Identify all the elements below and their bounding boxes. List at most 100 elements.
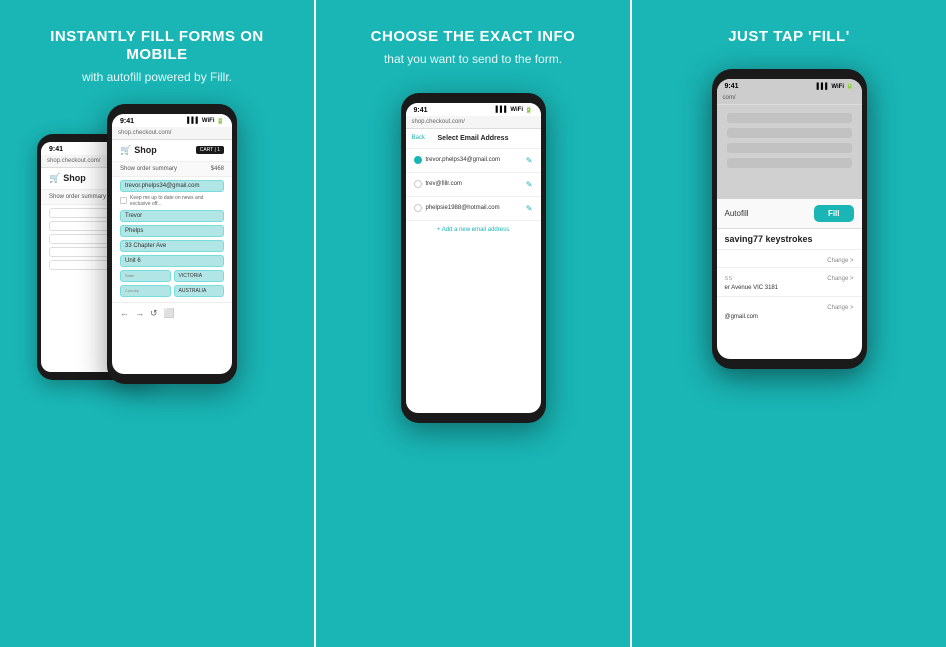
panel-1-title: INSTANTLY FILL FORMS ON MOBILE: [20, 28, 294, 64]
blurred-field-2: [727, 128, 852, 138]
phone-notch-1: [147, 104, 197, 112]
status-icons-3: ▌▌▌ WiFi 🔋: [817, 83, 854, 90]
phone-screen-1: 9:41 ▌▌▌ WiFi 🔋 shop.checkout.com/ 🛒 Sho…: [112, 114, 232, 374]
change-row-1: Change >: [717, 249, 862, 267]
change-row-2: SS Change >: [717, 267, 862, 285]
edit-icon-3[interactable]: ✎: [526, 204, 533, 213]
panel-1: INSTANTLY FILL FORMS ON MOBILE with auto…: [0, 0, 316, 647]
autofill-panel: Autofill Fill saving77 keystrokes Change…: [717, 199, 862, 325]
edit-icon-1[interactable]: ✎: [526, 156, 533, 165]
status-bar-1: 9:41 ▌▌▌ WiFi 🔋: [112, 114, 232, 127]
country-row: Country AUSTRALIA: [120, 285, 224, 297]
phone-notch-3: [764, 69, 814, 77]
time-back: 9:41: [49, 146, 63, 153]
phone-screen-3: 9:41 ▌▌▌ WiFi 🔋 com/: [717, 79, 862, 359]
fill-button[interactable]: Fill: [814, 205, 854, 222]
blurred-form: [717, 105, 862, 176]
add-email-button[interactable]: + Add a new email address: [406, 221, 541, 239]
info-label-2: SS: [725, 276, 733, 282]
select-header: Back Select Email Address: [406, 129, 541, 149]
blurred-field-1: [727, 113, 852, 123]
state-country-row: State VICTORIA: [120, 270, 224, 282]
email-address-3: phelpsie1988@hotmail.com: [426, 205, 500, 211]
status-icons-1: ▌▌▌ WiFi 🔋: [187, 118, 224, 125]
form-background: 9:41 ▌▌▌ WiFi 🔋 com/: [717, 79, 862, 199]
phone-front: 9:41 ▌▌▌ WiFi 🔋 shop.checkout.com/ 🛒 Sho…: [107, 104, 237, 384]
shop-logo-1: 🛒 Shop: [120, 145, 157, 156]
change-row-3: Change >: [717, 296, 862, 314]
edit-icon-2[interactable]: ✎: [526, 180, 533, 189]
app-container: INSTANTLY FILL FORMS ON MOBILE with auto…: [0, 0, 946, 647]
last-name-field: Phelps: [120, 225, 224, 237]
phone-2: 9:41 ▌▌▌ WiFi 🔋 shop.checkout.com/ Back …: [401, 93, 546, 423]
keystroke-info: saving77 keystrokes: [717, 229, 862, 249]
phone-1-wrapper: 9:41 ▌▌▌ WiFi 🔋 shop.checkout.com/ 🛒 Sho…: [77, 104, 237, 384]
info-value-3: @gmail.com: [717, 314, 862, 325]
browser-bar-3: com/: [717, 92, 862, 105]
phone-screen-2: 9:41 ▌▌▌ WiFi 🔋 shop.checkout.com/ Back …: [406, 103, 541, 413]
checkbox-label: Keep me up to date on news and exclusive…: [130, 195, 224, 207]
forward-arrow-icon[interactable]: →: [135, 308, 144, 318]
browser-bar-2: shop.checkout.com/: [406, 116, 541, 129]
order-summary-1: Show order summary $468: [112, 162, 232, 177]
email-address-2: trev@fillr.com: [426, 181, 462, 187]
state-label: State: [125, 273, 134, 278]
panel-1-subtitle: with autofill powered by Fillr.: [82, 69, 232, 86]
radio-unselected-icon-2: [414, 204, 422, 212]
time-1: 9:41: [120, 118, 134, 125]
state-value: VICTORIA: [174, 270, 225, 282]
info-value-2: er Avenue VIC 3181: [717, 285, 862, 296]
email-option-1-left: trevor.phelps34@gmail.com: [414, 156, 500, 164]
email-option-3[interactable]: phelpsie1988@hotmail.com ✎: [406, 197, 541, 221]
shop-title-back: Shop: [63, 173, 86, 183]
autofill-label: Autofill: [725, 209, 749, 218]
refresh-icon[interactable]: ↺: [150, 308, 158, 319]
time-2: 9:41: [414, 107, 428, 114]
cart-badge: CART | 1: [196, 146, 224, 154]
email-option-2[interactable]: trev@fillr.com ✎: [406, 173, 541, 197]
email-option-2-left: trev@fillr.com: [414, 180, 462, 188]
panel-2-subtitle: that you want to send to the form.: [384, 51, 562, 68]
panel-3-title: JUST TAP 'FILL': [728, 28, 850, 46]
shop-title-1: Shop: [134, 145, 157, 155]
status-bar-2: 9:41 ▌▌▌ WiFi 🔋: [406, 103, 541, 116]
panel-3: JUST TAP 'FILL' 9:41 ▌▌▌ WiFi 🔋: [632, 0, 946, 647]
email-field-1: trevor.phelps34@gmail.com: [120, 180, 224, 192]
email-option-3-left: phelpsie1988@hotmail.com: [414, 204, 500, 212]
panel-2: CHOOSE THE EXACT INFO that you want to s…: [316, 0, 632, 647]
shop-header-1: 🛒 Shop CART | 1: [112, 140, 232, 162]
autofill-bar: Autofill Fill: [717, 199, 862, 229]
radio-unselected-icon-1: [414, 180, 422, 188]
share-icon[interactable]: ⬜: [164, 308, 175, 319]
change-link-2[interactable]: Change >: [827, 276, 853, 282]
time-3: 9:41: [725, 83, 739, 90]
browser-bar-1: shop.checkout.com/: [112, 127, 232, 140]
first-name-field: Trevor: [120, 210, 224, 222]
phone-2-wrapper: 9:41 ▌▌▌ WiFi 🔋 shop.checkout.com/ Back …: [401, 93, 546, 423]
checkbox-row: Keep me up to date on news and exclusive…: [120, 195, 224, 207]
change-link-1[interactable]: Change >: [827, 258, 853, 264]
panel-2-title: CHOOSE THE EXACT INFO: [371, 28, 576, 46]
back-button[interactable]: Back: [412, 135, 425, 141]
shop-logo-back: 🛒 Shop: [49, 173, 86, 184]
status-icons-2: ▌▌▌ WiFi 🔋: [496, 107, 533, 114]
address-field: 33 Chapter Ave: [120, 240, 224, 252]
country-label-field: Country: [120, 285, 171, 297]
phone-3-wrapper: 9:41 ▌▌▌ WiFi 🔋 com/: [712, 69, 867, 369]
browser-nav-1: ← → ↺ ⬜: [112, 302, 232, 324]
blurred-field-4: [727, 158, 852, 168]
state-field: State: [120, 270, 171, 282]
status-bar-3: 9:41 ▌▌▌ WiFi 🔋: [717, 79, 862, 92]
email-option-1[interactable]: trevor.phelps34@gmail.com ✎: [406, 149, 541, 173]
checkbox-icon: [120, 197, 127, 204]
change-link-3[interactable]: Change >: [827, 305, 853, 311]
unit-field: Unit 6: [120, 255, 224, 267]
phone-3: 9:41 ▌▌▌ WiFi 🔋 com/: [712, 69, 867, 369]
radio-selected-icon: [414, 156, 422, 164]
keystroke-count: 77: [753, 234, 763, 244]
select-title: Select Email Address: [438, 135, 509, 142]
phone-notch-2: [448, 93, 498, 101]
country-value: AUSTRALIA: [174, 285, 225, 297]
email-address-1: trevor.phelps34@gmail.com: [426, 157, 500, 163]
back-arrow-icon[interactable]: ←: [120, 308, 129, 318]
